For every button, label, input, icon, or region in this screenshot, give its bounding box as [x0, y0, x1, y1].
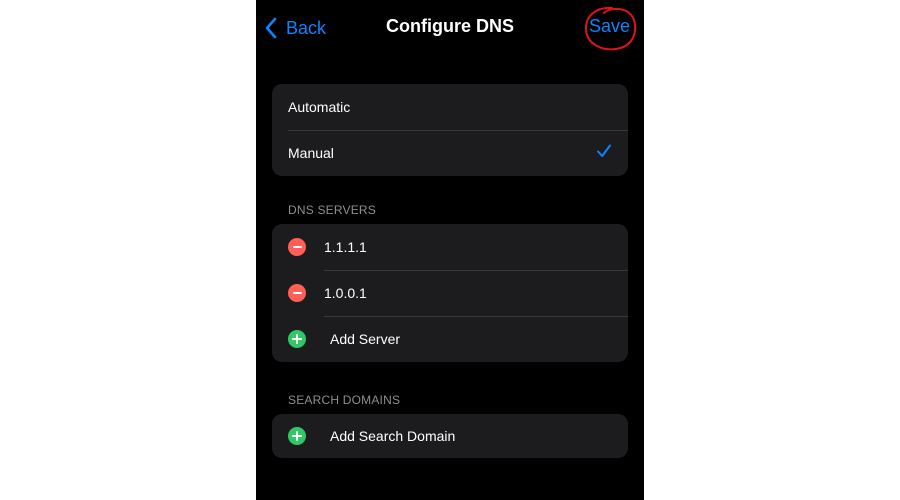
server-row: 1.1.1.1	[272, 224, 628, 270]
server-row: 1.0.0.1	[272, 270, 628, 316]
minus-circle-icon[interactable]	[288, 238, 306, 256]
plus-circle-icon	[288, 427, 306, 445]
save-button[interactable]: Save	[589, 16, 630, 37]
option-label: Manual	[288, 145, 334, 161]
option-label: Automatic	[288, 99, 351, 115]
back-label: Back	[286, 17, 327, 38]
server-address: 1.1.1.1	[324, 239, 367, 255]
back-button[interactable]: Back	[264, 14, 326, 42]
dns-servers-group: 1.1.1.1 1.0.0.1 Add Server	[272, 224, 628, 362]
option-manual[interactable]: Manual	[272, 130, 628, 176]
plus-circle-icon	[288, 330, 306, 348]
dns-mode-group: Automatic Manual	[272, 84, 628, 176]
add-server-button[interactable]: Add Server	[272, 316, 628, 362]
checkmark-icon	[597, 144, 611, 157]
minus-circle-icon[interactable]	[288, 284, 306, 302]
option-automatic[interactable]: Automatic	[272, 84, 628, 130]
section-header-search-domains: SEARCH DOMAINS	[288, 393, 401, 407]
section-header-dns-servers: DNS SERVERS	[288, 203, 377, 217]
nav-bar: Back Configure DNS Save	[256, 0, 644, 56]
add-server-label: Add Server	[330, 331, 401, 347]
server-address: 1.0.0.1	[324, 285, 367, 301]
settings-screen: Back Configure DNS Save Automatic Manual…	[256, 0, 644, 500]
add-search-domain-button[interactable]: Add Search Domain	[272, 414, 628, 458]
search-domains-group: Add Search Domain	[272, 414, 628, 458]
add-search-domain-label: Add Search Domain	[330, 428, 456, 444]
chevron-left-icon	[265, 17, 277, 39]
